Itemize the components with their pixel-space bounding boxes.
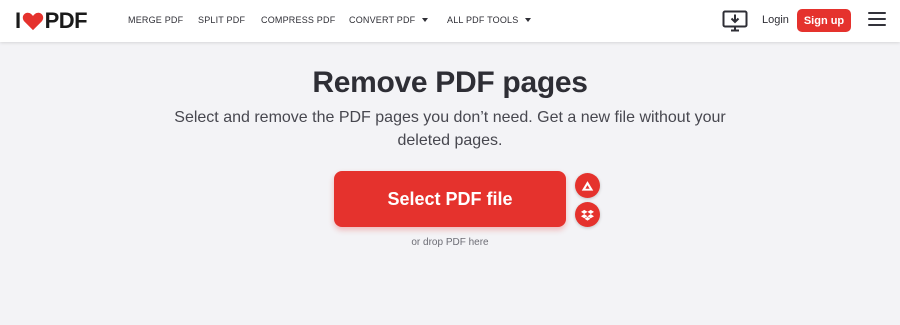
signup-button[interactable]: Sign up (797, 9, 851, 32)
page-title: Remove PDF pages (312, 66, 588, 99)
select-pdf-file-button[interactable]: Select PDF file (334, 171, 566, 227)
nav-label: MERGE PDF (128, 15, 184, 25)
menu-line (868, 12, 886, 14)
dropbox-icon (581, 209, 594, 221)
login-link[interactable]: Login (762, 14, 789, 26)
drop-hint-text: or drop PDF here (411, 237, 489, 248)
logo-word: PDF (44, 8, 88, 33)
chevron-down-icon (525, 18, 532, 22)
menu-line (868, 18, 886, 20)
google-drive-button[interactable] (575, 173, 600, 198)
google-drive-icon (581, 180, 594, 191)
ilovepdf-logo[interactable]: I PDF (15, 8, 88, 33)
desktop-download-icon[interactable] (722, 10, 748, 32)
hamburger-menu-icon[interactable] (868, 12, 886, 28)
nav-merge-pdf[interactable]: MERGE PDF (128, 15, 183, 25)
nav-label: CONVERT PDF (349, 15, 416, 25)
nav-label: COMPRESS PDF (261, 15, 336, 25)
dropbox-button[interactable] (575, 202, 600, 227)
nav-convert-pdf[interactable]: CONVERT PDF (349, 15, 429, 25)
page-subtitle: Select and remove the PDF pages you don’… (174, 109, 726, 149)
logo-letter: I (15, 8, 21, 33)
chevron-down-icon (422, 18, 429, 22)
top-navbar: I PDF MERGE PDF SPLIT PDF COMPRESS PDF C… (0, 0, 900, 42)
heart-icon (22, 12, 43, 31)
nav-label: ALL PDF TOOLS (447, 15, 519, 25)
nav-label: SPLIT PDF (198, 15, 246, 25)
nav-all-pdf-tools[interactable]: ALL PDF TOOLS (447, 15, 532, 25)
nav-compress-pdf[interactable]: COMPRESS PDF (261, 15, 335, 25)
menu-line (868, 24, 886, 26)
nav-split-pdf[interactable]: SPLIT PDF (198, 15, 245, 25)
